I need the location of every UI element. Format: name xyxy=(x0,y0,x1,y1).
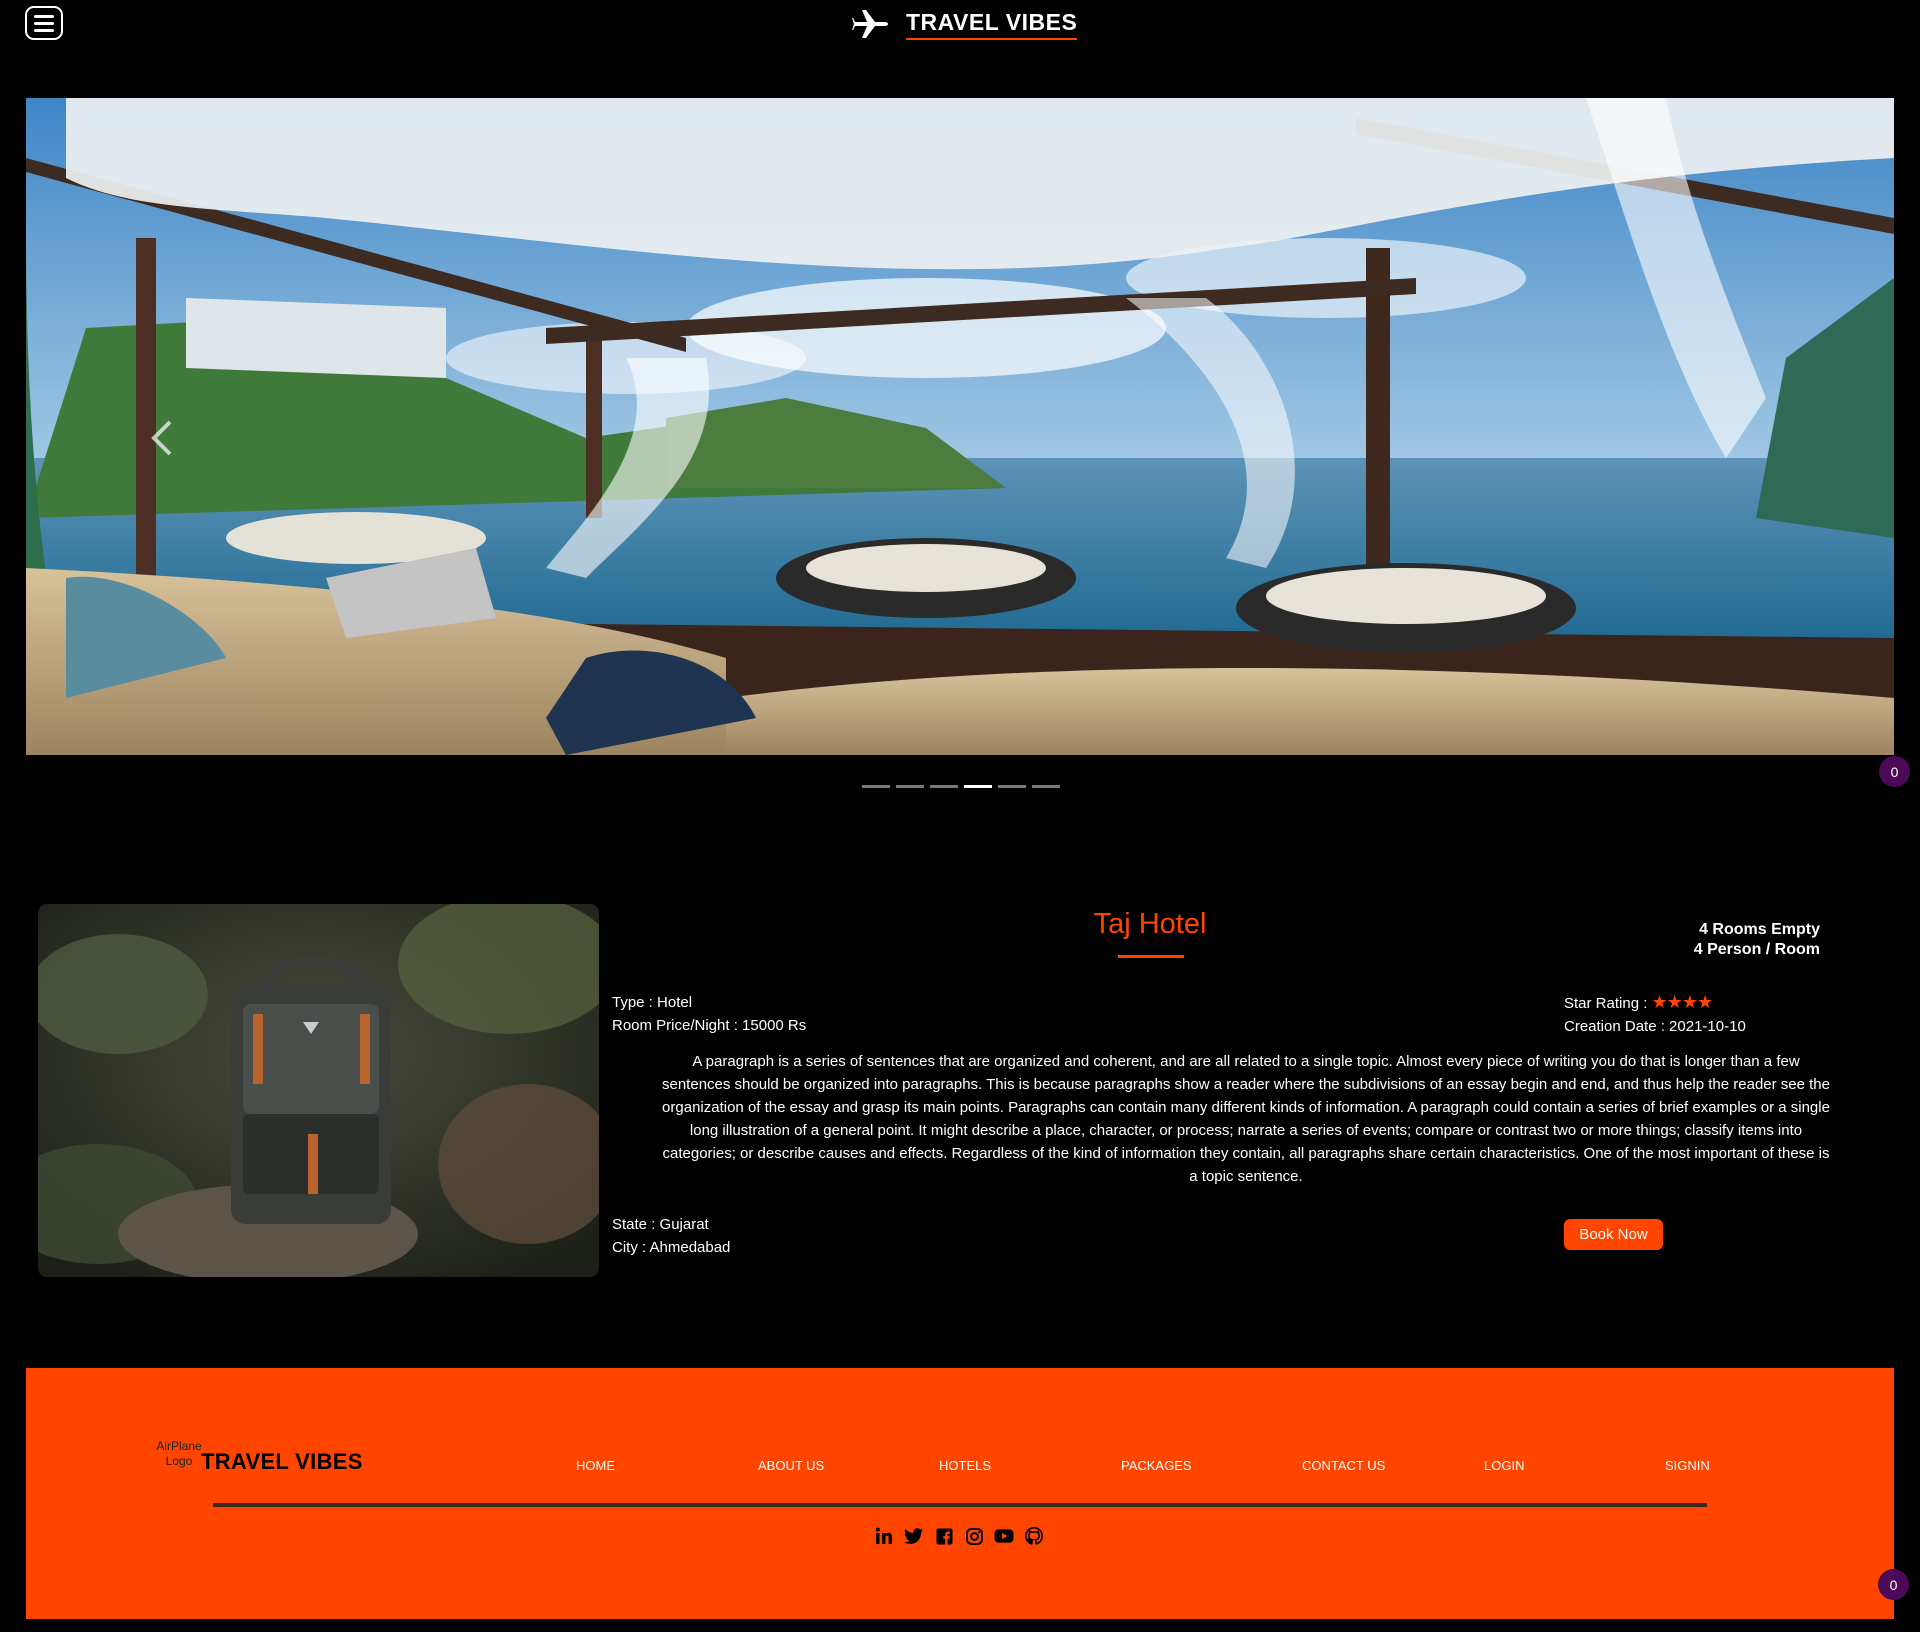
brand[interactable]: TRAVEL VIBES xyxy=(852,8,1078,40)
carousel-indicator[interactable] xyxy=(964,785,992,788)
footer-counter-badge[interactable]: 0 xyxy=(1878,1569,1909,1600)
chevron-left-icon xyxy=(151,420,172,456)
hamburger-menu-icon xyxy=(34,14,54,18)
footer-nav-signin[interactable]: SIGNIN xyxy=(1665,1458,1710,1473)
creation-date: Creation Date : 2021-10-10 xyxy=(1564,1018,1746,1035)
hotel-location: State : Gujarat City : Ahmedabad xyxy=(612,1213,730,1259)
book-now-button[interactable]: Book Now xyxy=(1564,1219,1663,1250)
hotel-name-underline xyxy=(1118,955,1184,958)
footer-title[interactable]: TRAVEL VIBES xyxy=(201,1449,363,1475)
menu-toggle-button[interactable] xyxy=(25,6,63,40)
facebook-icon[interactable] xyxy=(934,1526,954,1546)
footer-divider xyxy=(213,1503,1707,1507)
hotel-details-right: Star Rating : ★★★★ Creation Date : 2021-… xyxy=(1564,991,1746,1038)
hero-carousel-image xyxy=(26,98,1894,755)
person-per-room: 4 Person / Room xyxy=(1693,941,1820,958)
social-links xyxy=(874,1526,1044,1546)
hotel-details-left: Type : Hotel Room Price/Night : 15000 Rs xyxy=(612,991,806,1037)
room-price: Room Price/Night : 15000 Rs xyxy=(612,1017,807,1034)
footer-nav-home[interactable]: HOME xyxy=(576,1458,615,1473)
star-rating: Star Rating : ★★★★ xyxy=(1564,991,1746,1015)
hotel-city: City : Ahmedabad xyxy=(612,1239,731,1256)
linkedin-icon[interactable] xyxy=(874,1526,894,1546)
footer-nav-login[interactable]: LOGIN xyxy=(1484,1458,1524,1473)
hotel-name: Taj Hotel xyxy=(1093,908,1207,940)
footer-nav-packages[interactable]: PACKAGES xyxy=(1121,1458,1192,1473)
carousel-indicator[interactable] xyxy=(896,785,924,788)
carousel-prev-button[interactable] xyxy=(148,418,178,458)
hotel-state: State : Gujarat xyxy=(612,1216,709,1233)
hotel-type: Type : Hotel xyxy=(612,994,693,1011)
twitter-icon[interactable] xyxy=(904,1526,924,1546)
carousel-indicator[interactable] xyxy=(998,785,1026,788)
counter-badge[interactable]: 0 xyxy=(1879,756,1910,787)
carousel-indicator[interactable] xyxy=(862,785,890,788)
carousel-indicators xyxy=(862,785,1060,788)
room-availability: 4 Rooms Empty 4 Person / Room xyxy=(1694,920,1820,960)
footer-logo-image: AirPlane Logo xyxy=(156,1439,202,1468)
footer-nav-hotels[interactable]: HOTELS xyxy=(939,1458,991,1473)
star-rating-label: Star Rating : xyxy=(1564,995,1648,1012)
instagram-icon[interactable] xyxy=(964,1526,984,1546)
airplane-icon xyxy=(852,10,888,38)
carousel-indicator[interactable] xyxy=(1032,785,1060,788)
star-icons: ★★★★ xyxy=(1651,992,1714,1012)
hotel-description: A paragraph is a series of sentences tha… xyxy=(662,1053,1830,1185)
hotel-image xyxy=(38,904,599,1277)
carousel-indicator[interactable] xyxy=(930,785,958,788)
youtube-icon[interactable] xyxy=(994,1526,1014,1546)
footer xyxy=(26,1368,1894,1619)
footer-nav-contact-us[interactable]: CONTACT US xyxy=(1302,1458,1385,1473)
site-title: TRAVEL VIBES xyxy=(906,9,1078,40)
rooms-empty: 4 Rooms Empty xyxy=(1699,921,1820,938)
github-icon[interactable] xyxy=(1024,1526,1044,1546)
footer-nav-about-us[interactable]: ABOUT US xyxy=(758,1458,824,1473)
